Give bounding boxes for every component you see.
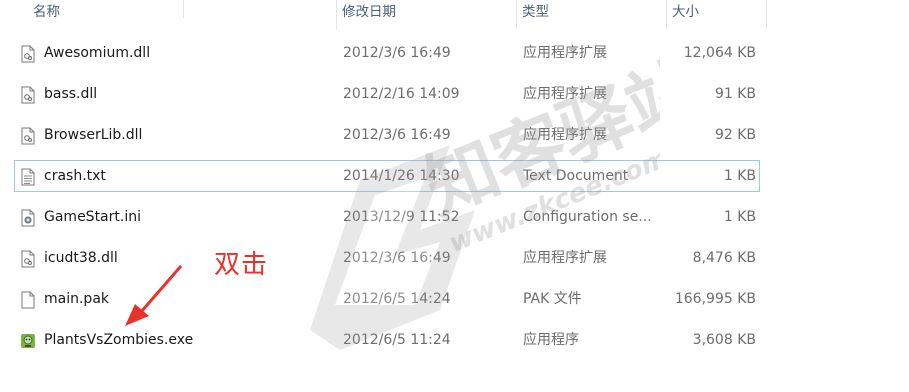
- file-name: GameStart.ini: [44, 209, 141, 225]
- blank-file-icon: [21, 291, 35, 309]
- file-name: BrowserLib.dll: [44, 127, 143, 143]
- file-date: 2012/2/16 14:09: [343, 86, 460, 102]
- file-size: 1 KB: [723, 168, 756, 184]
- file-size: 3,608 KB: [692, 332, 756, 348]
- file-type: 应用程序扩展: [523, 45, 607, 61]
- dll-file-icon: [21, 127, 35, 145]
- column-divider[interactable]: [766, 0, 767, 29]
- file-size: 12,064 KB: [683, 45, 756, 61]
- file-type: Text Document: [523, 168, 629, 184]
- file-row-selected[interactable]: crash.txt 2014/1/26 14:30 Text Document …: [14, 160, 760, 192]
- file-size: 92 KB: [714, 127, 756, 143]
- pvz-app-icon: [21, 334, 35, 348]
- file-name: Awesomium.dll: [44, 45, 151, 61]
- file-size: 166,995 KB: [674, 291, 756, 307]
- dll-file-icon: [21, 86, 35, 104]
- file-name: bass.dll: [44, 86, 98, 102]
- file-date: 2012/3/6 16:49: [343, 45, 451, 61]
- file-type: 应用程序扩展: [523, 127, 607, 143]
- dll-file-icon: [21, 45, 35, 63]
- column-header-size[interactable]: 大小: [666, 0, 766, 29]
- settings-file-icon: [21, 209, 35, 227]
- text-file-icon: [21, 168, 35, 186]
- file-type: PAK 文件: [523, 291, 582, 307]
- file-date: 2012/6/5 14:24: [343, 291, 451, 307]
- file-row[interactable]: GameStart.ini 2013/12/9 11:52 Configurat…: [14, 201, 760, 233]
- file-size: 91 KB: [714, 86, 756, 102]
- file-row[interactable]: BrowserLib.dll 2012/3/6 16:49 应用程序扩展 92 …: [14, 119, 760, 151]
- column-header-name[interactable]: 名称: [28, 0, 183, 29]
- dll-file-icon: [21, 250, 35, 268]
- double-click-annotation: 双击: [214, 250, 269, 280]
- file-size: 1 KB: [723, 209, 756, 225]
- file-date: 2012/6/5 11:24: [343, 332, 451, 348]
- file-date: 2012/3/6 16:49: [343, 127, 451, 143]
- column-header-date[interactable]: 修改日期: [336, 0, 514, 29]
- file-size: 8,476 KB: [692, 250, 756, 266]
- file-date: 2012/3/6 16:49: [343, 250, 451, 266]
- file-row[interactable]: bass.dll 2012/2/16 14:09 应用程序扩展 91 KB: [14, 78, 760, 110]
- column-header-type[interactable]: 类型: [516, 0, 664, 29]
- red-arrow-icon: [125, 265, 183, 326]
- column-divider[interactable]: [183, 0, 184, 18]
- file-date: 2013/12/9 11:52: [343, 209, 460, 225]
- file-type: 应用程序扩展: [523, 250, 607, 266]
- file-type: Configuration se...: [523, 209, 652, 225]
- file-name: crash.txt: [44, 168, 106, 184]
- file-type: 应用程序: [523, 332, 579, 348]
- file-row[interactable]: Awesomium.dll 2012/3/6 16:49 应用程序扩展 12,0…: [14, 37, 760, 69]
- column-header-bar: 名称 修改日期 类型 大小: [0, 0, 909, 29]
- file-type: 应用程序扩展: [523, 86, 607, 102]
- file-date: 2014/1/26 14:30: [343, 168, 460, 184]
